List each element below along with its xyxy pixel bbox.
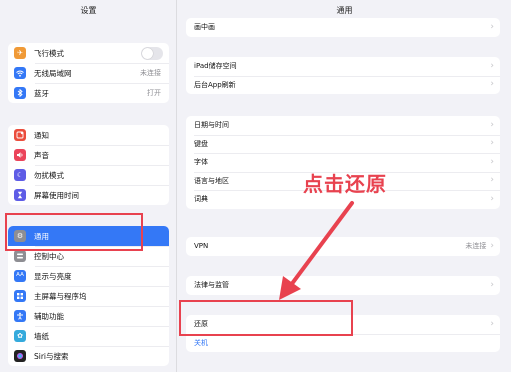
annotation-arrow-icon bbox=[279, 201, 354, 300]
